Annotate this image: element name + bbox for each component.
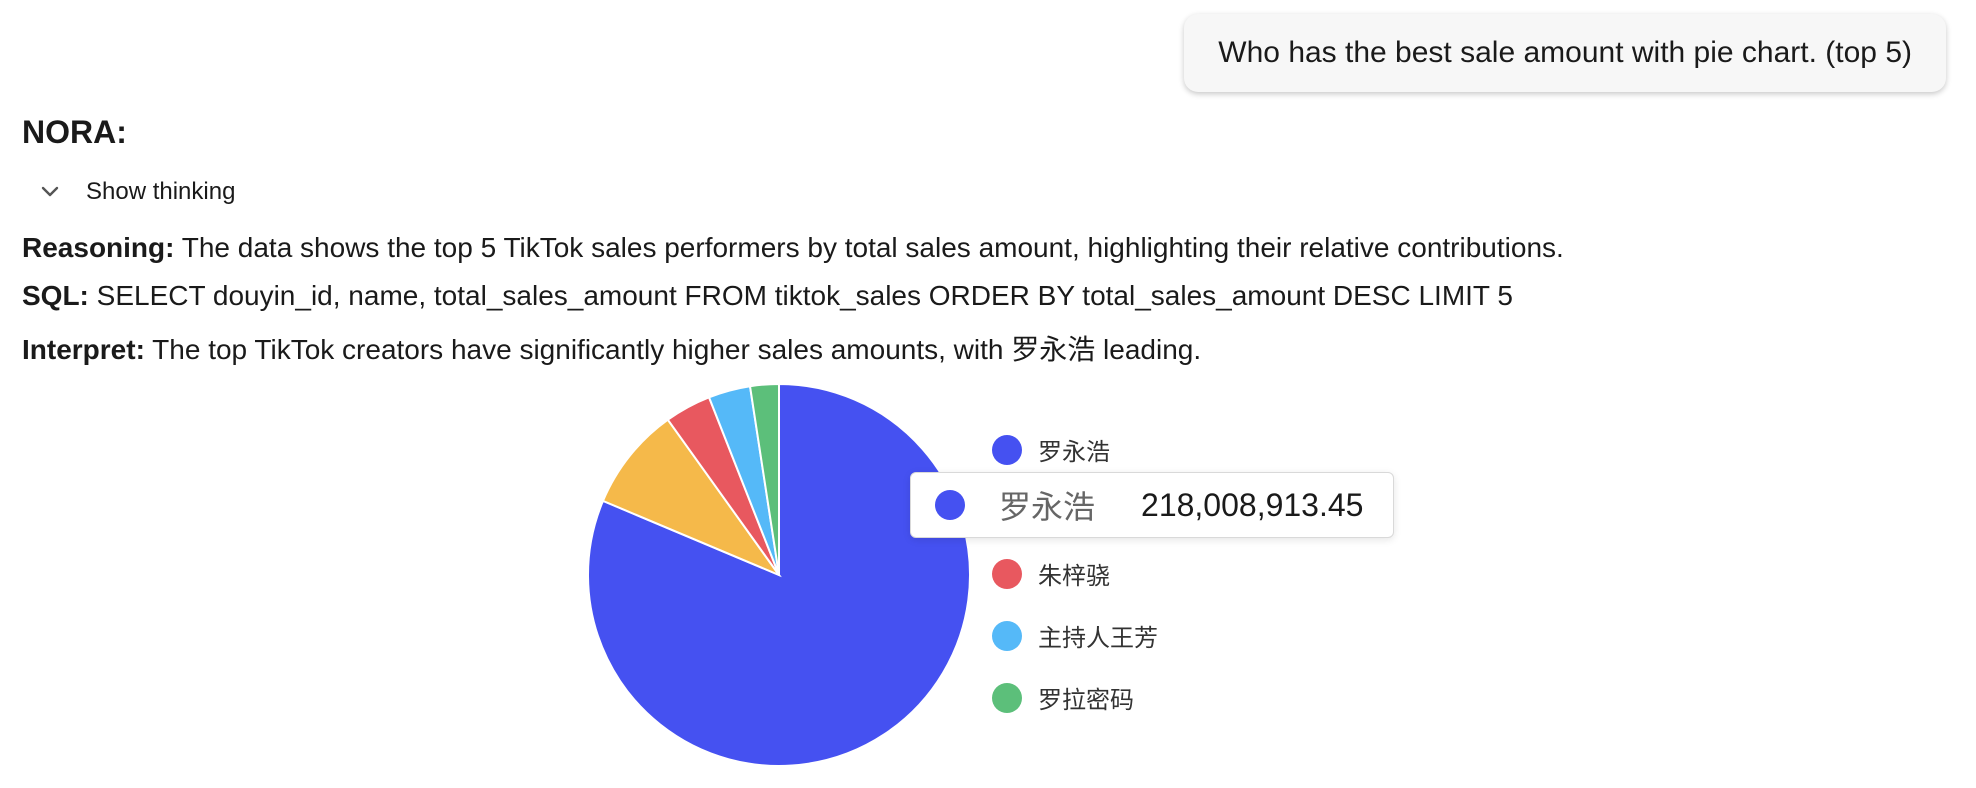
sql-text: SELECT douyin_id, name, total_sales_amou… — [88, 280, 1513, 311]
tooltip-value: 218,008,913.45 — [1141, 486, 1364, 523]
user-message-text: Who has the best sale amount with pie ch… — [1218, 36, 1912, 69]
assistant-name: NORA: — [22, 114, 127, 150]
show-thinking-toggle[interactable]: Show thinking — [38, 178, 235, 206]
legend-color-dot — [992, 558, 1022, 589]
tooltip-color-dot — [935, 490, 965, 520]
sql-line: SQL: SELECT douyin_id, name, total_sales… — [22, 280, 1513, 312]
legend-item[interactable]: 主持人王芳 — [992, 618, 1158, 653]
interpret-line: Interpret: The top TikTok creators have … — [22, 328, 1201, 368]
legend-color-dot — [992, 620, 1022, 651]
pie-chart: 罗永浩朱梓骁主持人王芳罗拉密码 罗永浩 218,008,913.45 — [570, 376, 1430, 788]
tooltip-name: 罗永浩 — [999, 489, 1096, 525]
legend-label: 罗永浩 — [1038, 439, 1110, 466]
pie-chart-svg — [587, 382, 971, 767]
interpret-text: The top TikTok creators have significant… — [144, 334, 1202, 365]
legend-label: 朱梓骁 — [1038, 563, 1110, 590]
reasoning-text: The data shows the top 5 TikTok sales pe… — [174, 232, 1564, 263]
show-thinking-label: Show thinking — [86, 178, 236, 205]
legend-color-dot — [992, 682, 1022, 713]
chart-tooltip: 罗永浩 218,008,913.45 — [910, 472, 1394, 538]
chevron-down-icon — [41, 186, 59, 197]
legend-item[interactable]: 罗永浩 — [992, 432, 1110, 467]
legend-item[interactable]: 罗拉密码 — [992, 680, 1134, 715]
legend-item[interactable]: 朱梓骁 — [992, 556, 1110, 591]
legend-label: 主持人王芳 — [1038, 625, 1158, 652]
reasoning-label: Reasoning: — [22, 232, 175, 263]
reasoning-line: Reasoning: The data shows the top 5 TikT… — [22, 232, 1564, 264]
interpret-label: Interpret: — [22, 334, 145, 365]
legend-label: 罗拉密码 — [1038, 687, 1134, 714]
legend-color-dot — [992, 434, 1022, 465]
sql-label: SQL: — [22, 280, 89, 311]
user-message-bubble: Who has the best sale amount with pie ch… — [1184, 14, 1946, 92]
